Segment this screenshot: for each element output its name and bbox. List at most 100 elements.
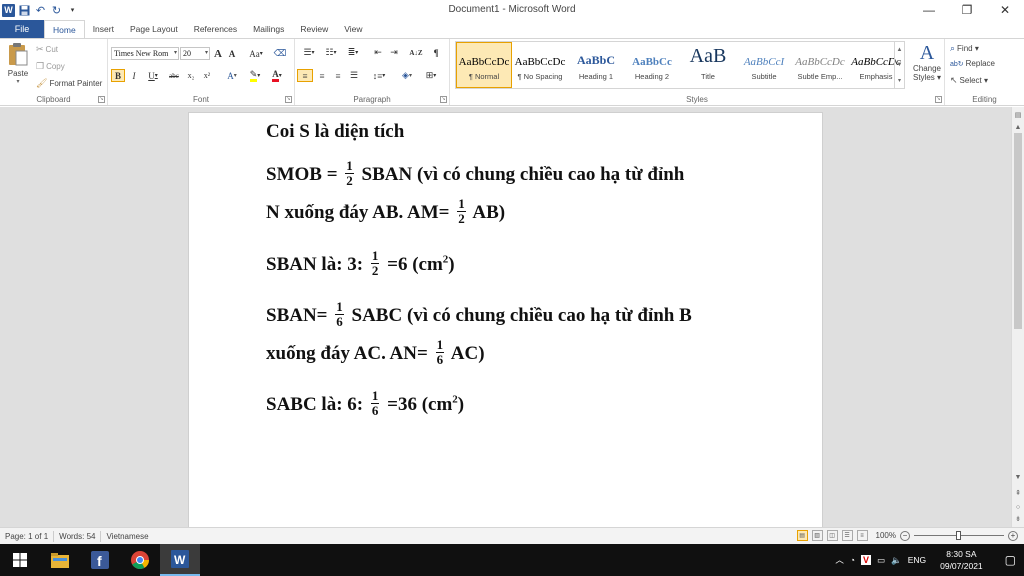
tab-review[interactable]: Review xyxy=(292,20,336,38)
multilevel-list-icon[interactable]: ≣ ▾ xyxy=(343,46,363,59)
save-icon[interactable] xyxy=(18,4,31,17)
shading-icon[interactable]: ◈ ▾ xyxy=(397,69,417,82)
decrease-indent-icon[interactable]: ⇤ xyxy=(371,46,385,59)
zoom-slider[interactable] xyxy=(914,531,1004,540)
volume-icon[interactable]: 🔈 xyxy=(891,555,902,566)
shrink-font-button[interactable]: A xyxy=(226,47,238,60)
style-heading-1[interactable]: AaBbC Heading 1 xyxy=(568,42,624,88)
font-launcher[interactable]: ↘ xyxy=(285,96,292,103)
gallery-more-icon[interactable]: ▾ xyxy=(898,77,901,84)
text-effects-icon[interactable]: A ▾ xyxy=(224,69,240,82)
doc-line-4[interactable]: SBAN là: 3: 12 =6 (cm2) xyxy=(266,249,455,280)
web-layout-icon[interactable]: ◫ xyxy=(826,530,838,541)
undo-icon[interactable]: ↶ xyxy=(34,4,47,17)
subscript-button[interactable]: x₂ xyxy=(184,69,198,82)
scroll-up-icon[interactable]: ▲ xyxy=(1012,121,1024,133)
font-color-icon[interactable]: A ▾ xyxy=(268,69,286,82)
gallery-scroll[interactable]: ▲ ▼ ▾ xyxy=(894,42,904,88)
network-icon[interactable]: ◔ xyxy=(850,555,855,565)
cut-button[interactable]: ✂ Cut xyxy=(36,44,58,55)
highlight-icon[interactable]: ✎ ▾ xyxy=(246,69,264,82)
battery-icon[interactable]: ▭ xyxy=(877,555,885,566)
doc-line-5[interactable]: SBAN= 16 SABC (vì có chung chiều cao hạ … xyxy=(266,300,692,331)
doc-line-6[interactable]: xuống đáy AC. AN= 16 AC) xyxy=(266,338,485,369)
word-app-icon[interactable]: W xyxy=(2,3,15,17)
line-spacing-icon[interactable]: ↕≡ ▾ xyxy=(369,69,389,82)
start-button[interactable] xyxy=(0,544,40,576)
tab-view[interactable]: View xyxy=(336,20,370,38)
zoom-in-button[interactable]: + xyxy=(1008,530,1018,541)
numbering-icon[interactable]: ☷ ▾ xyxy=(321,46,341,59)
draft-icon[interactable]: ≡ xyxy=(856,530,868,541)
increase-indent-icon[interactable]: ⇥ xyxy=(387,46,401,59)
scroll-down-icon[interactable]: ▼ xyxy=(1012,471,1024,483)
previous-page-icon[interactable]: ⇞ xyxy=(1012,487,1024,499)
underline-button[interactable]: U ▾ xyxy=(144,69,162,82)
style-heading-2[interactable]: AaBbCc Heading 2 xyxy=(624,42,680,88)
clipboard-launcher[interactable]: ↘ xyxy=(98,96,105,103)
pilcrow-icon[interactable]: ¶ xyxy=(429,46,443,59)
chevron-down-icon[interactable]: ▾ xyxy=(174,49,177,56)
bold-button[interactable]: B xyxy=(111,69,125,82)
select-button[interactable]: ↖ Select ▾ xyxy=(950,75,988,86)
doc-line-7[interactable]: SABC là: 6: 16 =36 (cm2) xyxy=(266,389,464,420)
clock[interactable]: 8:30 SA 09/07/2021 xyxy=(932,548,991,572)
style-subtle-emphasis[interactable]: AaBbCcDc Subtle Emp... xyxy=(792,42,848,88)
copy-button[interactable]: ❐ Copy xyxy=(36,61,65,72)
restore-button[interactable]: ❐ xyxy=(948,0,986,20)
language-indicator[interactable]: Vietnamese xyxy=(101,531,153,542)
outline-icon[interactable]: ☰ xyxy=(841,530,853,541)
close-button[interactable]: ✕ xyxy=(986,0,1024,20)
next-page-icon[interactable]: ⇟ xyxy=(1012,513,1024,525)
customize-qat-icon[interactable]: ▾ xyxy=(66,4,79,17)
grow-font-button[interactable]: A xyxy=(212,47,224,60)
redo-icon[interactable]: ↻ xyxy=(50,4,63,17)
paste-button[interactable]: Paste ▾ xyxy=(4,42,32,90)
borders-icon[interactable]: ⊞ ▾ xyxy=(421,69,441,82)
italic-button[interactable]: I xyxy=(128,69,140,82)
style-subtitle[interactable]: AaBbCcI Subtitle xyxy=(736,42,792,88)
tab-page-layout[interactable]: Page Layout xyxy=(122,20,186,38)
style-title[interactable]: AaB Title xyxy=(680,42,736,88)
word-taskbar-button[interactable]: W xyxy=(160,544,200,576)
change-styles-button[interactable]: A Change Styles ▾ xyxy=(910,42,944,82)
page-count[interactable]: Page: 1 of 1 xyxy=(0,530,55,542)
bullets-icon[interactable]: ☰ ▾ xyxy=(299,46,319,59)
superscript-button[interactable]: x² xyxy=(200,69,214,82)
chevron-up-icon[interactable]: ︿ xyxy=(835,554,844,566)
print-layout-icon[interactable]: ▤ xyxy=(796,530,808,541)
tab-file[interactable]: File xyxy=(0,20,44,38)
find-button[interactable]: ⌕ Find ▾ xyxy=(950,43,979,54)
style-normal[interactable]: AaBbCcDc ¶ Normal xyxy=(456,42,512,88)
align-right-icon[interactable]: ≡ xyxy=(331,69,345,82)
zoom-slider-thumb[interactable] xyxy=(956,531,961,540)
minimize-button[interactable]: — xyxy=(910,0,948,20)
file-explorer-button[interactable] xyxy=(40,544,80,576)
scroll-thumb[interactable] xyxy=(1014,133,1022,329)
tab-references[interactable]: References xyxy=(186,20,245,38)
paragraph-launcher[interactable]: ↘ xyxy=(440,96,447,103)
chevron-up-icon[interactable]: ▲ xyxy=(897,47,903,53)
sort-icon[interactable]: A↓Z xyxy=(407,46,425,59)
justify-icon[interactable]: ☰ xyxy=(347,69,361,82)
clear-formatting-icon[interactable]: ⌫ xyxy=(272,47,288,60)
align-center-icon[interactable]: ≡ xyxy=(315,69,329,82)
font-name-combo[interactable]: Times New Rom ▾ xyxy=(111,47,179,60)
vertical-scrollbar[interactable]: ▤ ▲ ▼ ⇞ ○ ⇟ xyxy=(1011,107,1024,527)
chrome-button[interactable] xyxy=(120,544,160,576)
full-screen-reading-icon[interactable]: ▥ xyxy=(811,530,823,541)
facebook-button[interactable]: f xyxy=(80,544,120,576)
doc-line-3[interactable]: N xuống đáy AB. AM= 12 AB) xyxy=(266,197,505,228)
document-area[interactable]: Coi S là diện tích SMOB = 12 SBAN (vì có… xyxy=(0,107,1011,527)
change-case-button[interactable]: Aa ▾ xyxy=(246,47,266,60)
notifications-icon[interactable]: ▢ xyxy=(997,553,1024,567)
strikethrough-button[interactable]: abc xyxy=(166,69,182,82)
ruler-toggle-icon[interactable]: ▤ xyxy=(1012,109,1024,121)
tab-insert[interactable]: Insert xyxy=(85,20,122,38)
tab-home[interactable]: Home xyxy=(44,20,85,38)
document-page[interactable]: Coi S là diện tích SMOB = 12 SBAN (vì có… xyxy=(188,112,823,527)
font-size-combo[interactable]: 20 ▾ xyxy=(180,47,210,60)
replace-button[interactable]: ab↻ Replace xyxy=(950,59,995,68)
doc-line-2[interactable]: SMOB = 12 SBAN (vì có chung chiều cao hạ… xyxy=(266,159,684,190)
styles-launcher[interactable]: ↘ xyxy=(935,96,942,103)
